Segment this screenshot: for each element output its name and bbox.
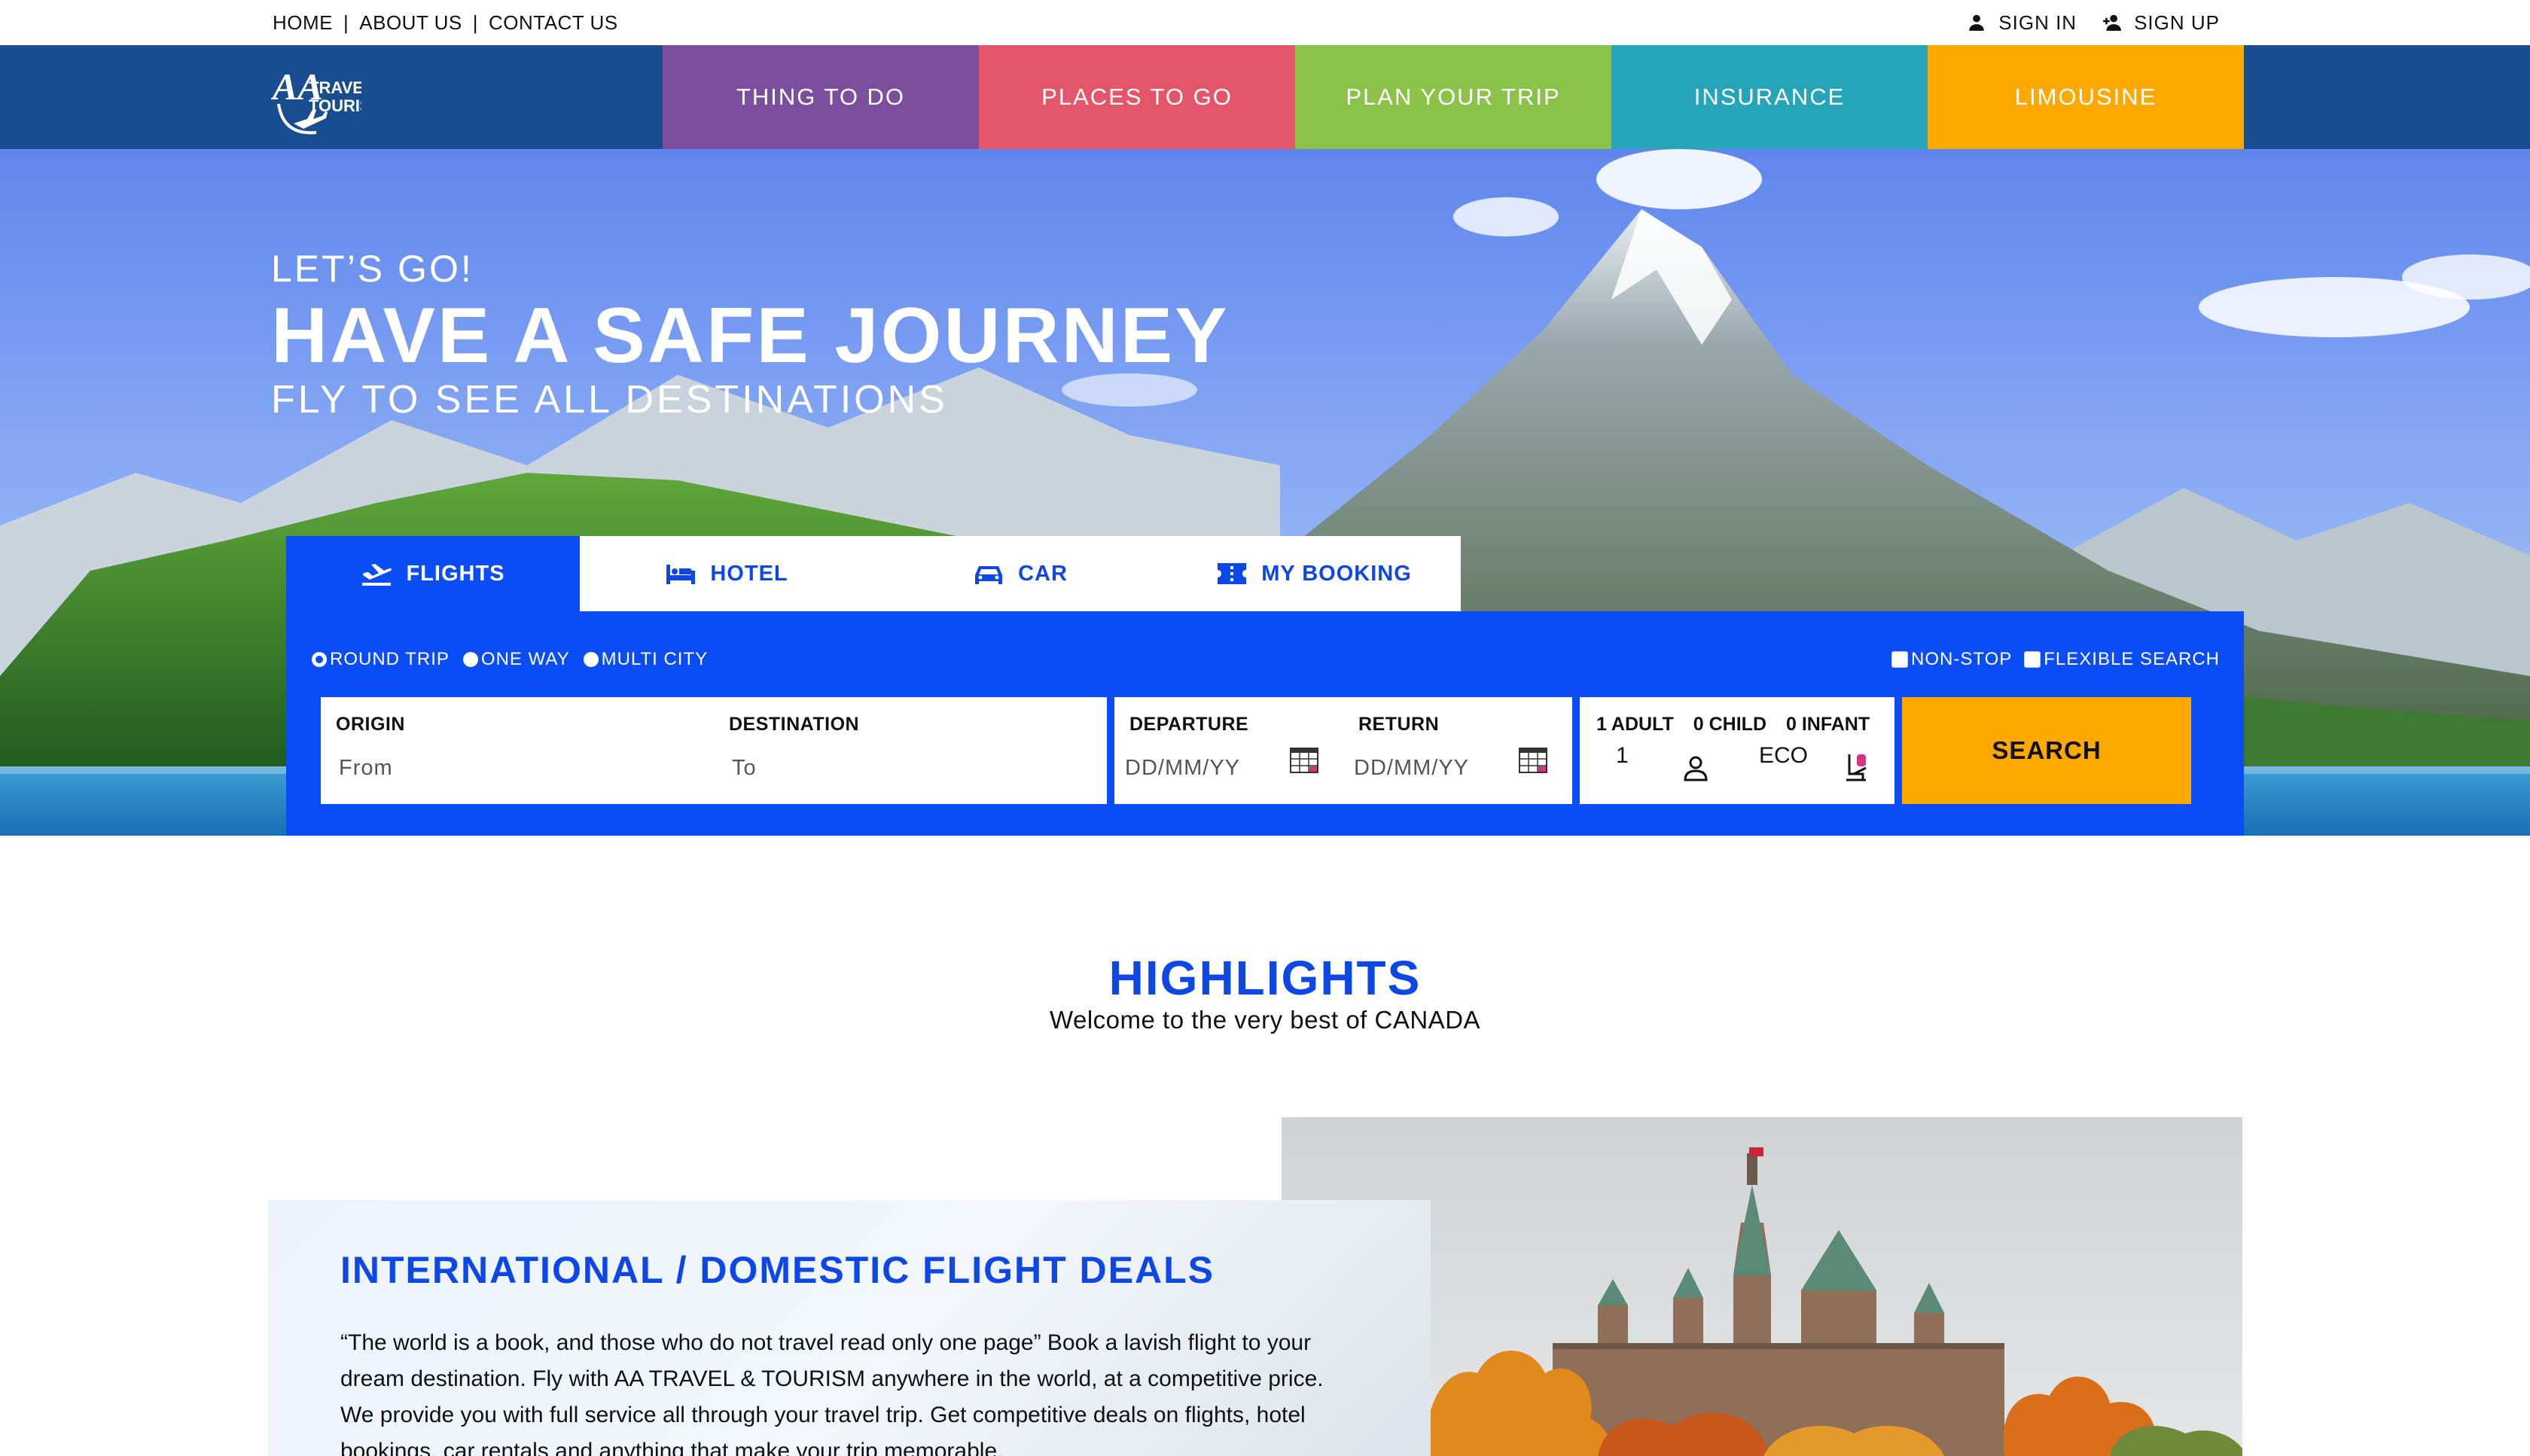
radio-one-way[interactable]: ONE WAY — [462, 649, 570, 670]
booking-tabs: FLIGHTS HOTEL CAR MY BOOKING — [286, 536, 1461, 611]
return-input[interactable]: DD/MM/YY — [1354, 756, 1469, 781]
flight-search-panel: ROUND TRIP ONE WAY MULTI CITY NON-STOP F… — [286, 611, 2244, 836]
nav-plan-your-trip[interactable]: PLAN YOUR TRIP — [1295, 45, 1611, 149]
highlights-subtitle: Welcome to the very best of CANADA — [1049, 1006, 1481, 1034]
checkbox-non-stop-label: NON-STOP — [1911, 649, 2013, 669]
nav-limousine[interactable]: LIMOUSINE — [1928, 45, 2244, 149]
search-button[interactable]: SEARCH — [1902, 697, 2191, 804]
destination-input[interactable]: To — [732, 756, 757, 781]
hero-text: LET’S GO! HAVE A SAFE JOURNEY FLY TO SEE… — [271, 247, 1229, 422]
radio-multi-city-label: MULTI CITY — [601, 649, 709, 669]
nav-separator: | — [472, 11, 478, 34]
seat-icon[interactable] — [1843, 751, 1872, 784]
sign-up-link[interactable]: SIGN UP — [2102, 11, 2220, 35]
logo-mark: AA TRAVEL & TOURISM — [270, 65, 390, 135]
infant-count-label: 0 INFANT — [1786, 714, 1870, 735]
flight-deals-title: INTERNATIONAL / DOMESTIC FLIGHT DEALS — [340, 1249, 1215, 1291]
departure-label: DEPARTURE — [1129, 714, 1249, 735]
user-icon — [1969, 14, 1985, 31]
tab-my-booking[interactable]: MY BOOKING — [1167, 536, 1461, 611]
passenger-count[interactable]: 1 — [1616, 743, 1629, 769]
hero-kicker: LET’S GO! — [271, 248, 474, 290]
date-fields: DEPARTURE DD/MM/YY RETURN DD/MM/YY — [1114, 697, 1572, 804]
sign-in-link[interactable]: SIGN IN — [1967, 11, 2077, 35]
ticket-icon — [1218, 563, 1247, 584]
checkbox-box[interactable] — [1891, 651, 1909, 668]
person-icon[interactable] — [1681, 753, 1711, 783]
svg-text:TRAVEL &: TRAVEL & — [309, 78, 361, 97]
radio-indicator[interactable] — [312, 652, 327, 667]
adult-count-label: 1 ADULT — [1596, 714, 1674, 735]
deal-brand: AA TRAVEL & TOURISM — [614, 1366, 865, 1391]
checkbox-flexible-search[interactable]: FLEXIBLE SEARCH — [2024, 649, 2220, 670]
tab-my-booking-label: MY BOOKING — [1261, 561, 1412, 586]
main-nav: THING TO DO PLACES TO GO PLAN YOUR TRIP … — [663, 45, 2244, 149]
home-link[interactable]: HOME — [273, 11, 333, 35]
radio-indicator[interactable] — [462, 652, 478, 667]
radio-round-trip-label: ROUND TRIP — [330, 649, 450, 669]
user-plus-icon — [2103, 14, 2121, 31]
destination-label: DESTINATION — [729, 714, 860, 735]
origin-label: ORIGIN — [336, 714, 405, 735]
calendar-icon[interactable] — [1289, 744, 1319, 774]
radio-indicator[interactable] — [583, 652, 599, 667]
car-icon — [975, 566, 1003, 584]
plane-departure-icon — [362, 564, 392, 586]
tab-hotel[interactable]: HOTEL — [580, 536, 873, 611]
tab-car-label: CAR — [1018, 561, 1068, 586]
child-count-label: 0 CHILD — [1693, 714, 1767, 735]
svg-text:TOURISM: TOURISM — [309, 96, 361, 115]
return-label: RETURN — [1358, 714, 1440, 735]
hero-title: HAVE A SAFE JOURNEY — [271, 292, 1230, 379]
about-link[interactable]: ABOUT US — [359, 11, 462, 35]
origin-input[interactable]: From — [339, 756, 393, 781]
radio-round-trip[interactable]: ROUND TRIP — [312, 649, 450, 670]
tab-hotel-label: HOTEL — [710, 561, 788, 586]
checkbox-non-stop[interactable]: NON-STOP — [1891, 649, 2012, 670]
brand-logo[interactable]: AA TRAVEL & TOURISM — [270, 51, 390, 143]
site-header: AA TRAVEL & TOURISM THING TO DO PLACES T… — [0, 45, 2530, 149]
top-bar: HOME | ABOUT US | CONTACT US SIGN IN SIG… — [0, 0, 2530, 45]
tab-car[interactable]: CAR — [873, 536, 1167, 611]
flight-deals-card: INTERNATIONAL / DOMESTIC FLIGHT DEALS “T… — [268, 1200, 1431, 1456]
highlights-section: HIGHLIGHTS Welcome to the very best of C… — [0, 950, 2530, 1034]
highlights-title: HIGHLIGHTS — [1108, 951, 1422, 1005]
tab-flights[interactable]: FLIGHTS — [286, 536, 580, 611]
bed-icon — [666, 565, 696, 584]
route-fields: ORIGIN From DESTINATION To — [321, 697, 1107, 804]
hero-subtitle: FLY TO SEE ALL DESTINATIONS — [271, 378, 948, 422]
passenger-fields[interactable]: 1 ADULT 0 CHILD 0 INFANT 1 ECO — [1580, 697, 1894, 804]
contact-link[interactable]: CONTACT US — [489, 11, 618, 35]
account-links: SIGN IN SIGN UP — [1967, 0, 2220, 45]
nav-things-to-do[interactable]: THING TO DO — [663, 45, 979, 149]
radio-one-way-label: ONE WAY — [480, 649, 570, 669]
radio-multi-city[interactable]: MULTI CITY — [583, 649, 709, 670]
checkbox-flexible-search-label: FLEXIBLE SEARCH — [2044, 649, 2220, 669]
passenger-summary: 1 ADULT 0 CHILD 0 INFANT — [1596, 714, 1870, 736]
nav-separator: | — [343, 11, 349, 34]
nav-places-to-go[interactable]: PLACES TO GO — [979, 45, 1295, 149]
sign-in-label: SIGN IN — [1998, 11, 2077, 34]
search-filters: NON-STOP FLEXIBLE SEARCH — [1879, 649, 2220, 670]
nav-insurance[interactable]: INSURANCE — [1611, 45, 1928, 149]
top-nav: HOME | ABOUT US | CONTACT US — [273, 0, 618, 45]
checkbox-box[interactable] — [2024, 651, 2041, 668]
cabin-class[interactable]: ECO — [1759, 743, 1808, 769]
sign-up-label: SIGN UP — [2134, 11, 2220, 34]
tab-flights-label: FLIGHTS — [406, 561, 505, 586]
departure-input[interactable]: DD/MM/YY — [1125, 756, 1240, 781]
trip-type-options: ROUND TRIP ONE WAY MULTI CITY — [312, 649, 721, 670]
calendar-icon[interactable] — [1518, 744, 1548, 774]
flight-deals-text: “The world is a book, and those who do n… — [340, 1325, 1349, 1456]
